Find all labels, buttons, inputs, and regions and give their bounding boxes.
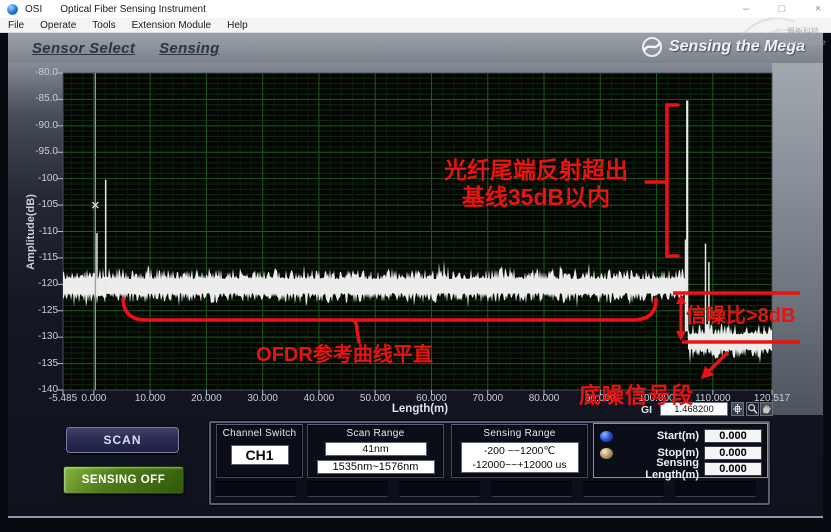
menu-extension-module[interactable]: Extension Module	[124, 18, 220, 33]
annotation-tail-reflection: 光纤尾端反射超出 基线35dB以内	[412, 157, 660, 211]
empty-slot	[491, 481, 572, 497]
menu-file[interactable]: File	[0, 18, 32, 33]
y-tick-label: -110	[20, 226, 58, 237]
x-tick-label: 70.000	[463, 393, 513, 404]
minimize-button[interactable]: –	[739, 0, 753, 18]
y-tick-label: -85.0	[20, 93, 58, 104]
empty-slot	[215, 481, 296, 497]
empty-slot-row	[215, 481, 756, 497]
sensing-off-button[interactable]: SENSING OFF	[63, 466, 184, 494]
app-short-name: OSI	[25, 4, 42, 15]
stop-value[interactable]: 0.000	[704, 446, 762, 460]
scan-range-label: Scan Range	[308, 428, 443, 439]
scan-range-value1[interactable]: 41nm	[325, 442, 427, 456]
tab-bar: Sensor Select Sensing Sensing the Mega	[8, 33, 823, 63]
close-button[interactable]: ×	[811, 0, 825, 18]
y-tick-label: -100	[20, 173, 58, 184]
y-tick-label: -90.0	[20, 120, 58, 131]
menu-help[interactable]: Help	[219, 18, 256, 33]
y-tick-label: -125	[20, 305, 58, 316]
tab-sensor-select[interactable]: Sensor Select	[32, 40, 135, 57]
annotation-tail-reflection-line1: 光纤尾端反射超出	[412, 157, 660, 184]
empty-slot	[675, 481, 756, 497]
x-tick-label: 40.000	[294, 393, 344, 404]
scan-range-value2[interactable]: 1535nm~1576nm	[317, 460, 435, 474]
annotation-snr: 信噪比>8dB	[686, 305, 795, 329]
scan-range-group: Scan Range 41nm 1535nm~1576nm	[307, 424, 444, 478]
sensing-range-value2: -12000~~+12000 us	[462, 458, 578, 472]
y-tick-label: -80.0	[20, 67, 58, 78]
menu-operate[interactable]: Operate	[32, 18, 84, 33]
channel-switch-group: Channel Switch CH1	[216, 424, 303, 478]
start-label: Start(m)	[613, 430, 699, 442]
pan-tool-icon[interactable]	[760, 402, 773, 416]
y-tick-label: -105	[20, 199, 58, 210]
x-tick-label: 10.000	[125, 393, 175, 404]
channel-switch-value[interactable]: CH1	[231, 445, 289, 465]
x-axis-title: Length(m)	[380, 403, 460, 415]
app-icon	[7, 4, 18, 15]
empty-slot	[399, 481, 480, 497]
maximize-button[interactable]: □	[775, 0, 789, 18]
watermark-en-text: MegaSense	[783, 38, 826, 47]
y-tick-label: -115	[20, 252, 58, 263]
sensing-range-group: Sensing Range -200 ~~1200℃ -12000~~+1200…	[451, 424, 588, 478]
channel-switch-label: Channel Switch	[217, 428, 302, 439]
crosshair-tool-icon[interactable]	[731, 402, 744, 416]
tab-sensing[interactable]: Sensing	[159, 40, 219, 57]
x-tick-label: 30.000	[238, 393, 288, 404]
annotation-flat-curve: OFDR参考曲线平直	[252, 344, 437, 368]
right-margin-shade	[772, 63, 823, 415]
x-tick-label: 20.000	[181, 393, 231, 404]
sensing-range-label: Sensing Range	[452, 428, 587, 439]
watermark-cn-text: 曼衡科技	[787, 26, 819, 37]
menu-tools[interactable]: Tools	[84, 18, 123, 33]
annotation-noise-floor: 底噪信号段	[579, 383, 694, 409]
y-tick-label: -130	[20, 331, 58, 342]
y-tick-label: -135	[20, 358, 58, 369]
zoom-tool-icon[interactable]	[746, 402, 759, 416]
sensing-length-label: Sensing Length(m)	[600, 457, 699, 481]
brand-swoosh-icon	[641, 36, 663, 58]
x-tick-label: 80.000	[519, 393, 569, 404]
annotation-tail-reflection-line2: 基线35dB以内	[412, 184, 660, 211]
sensing-range-value1: -200 ~~1200℃	[462, 444, 578, 458]
brand-logo: Sensing the Mega	[641, 36, 805, 58]
scan-button[interactable]: SCAN	[66, 427, 179, 453]
x-tick-label: 0.000	[69, 393, 119, 404]
app-window: OSI Optical Fiber Sensing Instrument – □…	[0, 0, 831, 532]
y-tick-label: -95.0	[20, 146, 58, 157]
empty-slot	[583, 481, 664, 497]
start-value[interactable]: 0.000	[704, 429, 762, 443]
start-marker-icon	[600, 431, 613, 442]
title-bar: OSI Optical Fiber Sensing Instrument – □…	[0, 0, 831, 18]
sensing-length-value[interactable]: 0.000	[704, 462, 762, 476]
y-tick-label: -120	[20, 278, 58, 289]
menu-bar: File Operate Tools Extension Module Help	[0, 18, 831, 33]
sensing-range-value[interactable]: -200 ~~1200℃ -12000~~+12000 us	[461, 442, 579, 473]
window-title: Optical Fiber Sensing Instrument	[60, 4, 206, 15]
empty-slot	[307, 481, 388, 497]
